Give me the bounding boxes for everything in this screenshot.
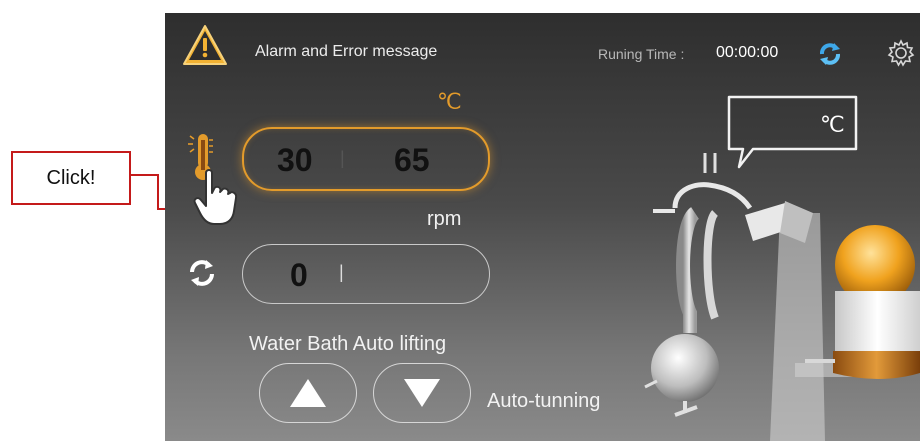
running-time-value: 00:00:00: [716, 44, 779, 61]
temperature-separator: |: [340, 148, 345, 168]
bubble-unit: ℃: [820, 112, 845, 137]
rotation-separator: |: [339, 262, 344, 282]
device-screen: Alarm and Error message Runing Time : 00…: [165, 13, 920, 441]
auto-tuning-label[interactable]: Auto-tunning: [487, 390, 600, 413]
lift-up-button[interactable]: [259, 363, 357, 423]
refresh-icon[interactable]: [816, 40, 844, 68]
rotary-evaporator-illustration: [644, 153, 920, 441]
alarm-message[interactable]: Alarm and Error message: [255, 43, 437, 61]
up-arrow-icon: [290, 379, 326, 407]
down-arrow-icon: [404, 379, 440, 407]
temperature-field[interactable]: 30 | 65: [242, 127, 490, 191]
rotation-unit: rpm: [427, 208, 462, 230]
rotate-icon[interactable]: [187, 258, 217, 288]
temperature-set-value: 30: [277, 142, 313, 178]
rotation-speed-field[interactable]: 0 |: [242, 244, 490, 304]
gear-icon[interactable]: [887, 39, 915, 67]
callout-label: Click!: [46, 166, 96, 189]
rotation-set-value: 0: [290, 257, 308, 293]
temperature-actual-value: 65: [394, 142, 430, 178]
click-callout: Click!: [11, 151, 131, 205]
lift-down-button[interactable]: [373, 363, 471, 423]
hand-pointer-icon: [193, 169, 238, 225]
water-bath-label: Water Bath Auto lifting: [249, 333, 447, 355]
temperature-unit: ℃: [437, 89, 462, 114]
warning-icon[interactable]: [182, 23, 228, 67]
running-time-label: Runing Time :: [598, 46, 685, 62]
